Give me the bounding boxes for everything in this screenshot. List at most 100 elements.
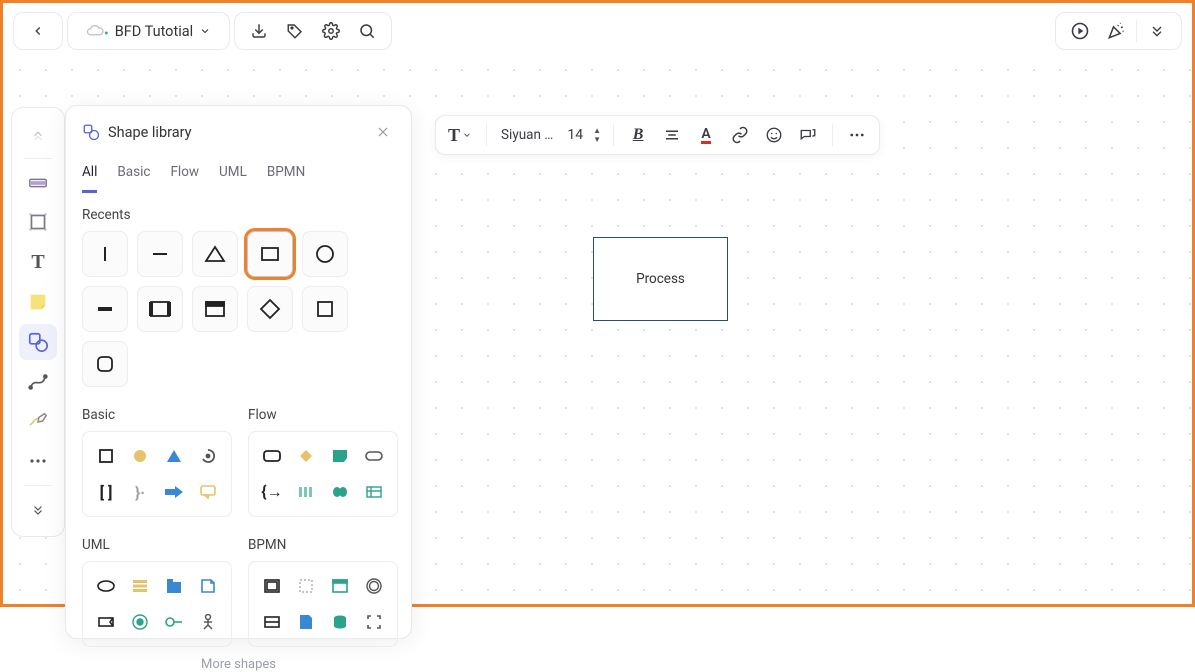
sync-dot-icon: • — [104, 26, 109, 42]
font-size-value[interactable]: 14 — [563, 120, 587, 150]
panel-close-button[interactable] — [371, 120, 395, 144]
side-rail: T — [11, 107, 65, 537]
recents-grid — [82, 231, 395, 387]
bpmn-shape-pool[interactable] — [257, 606, 287, 638]
flow-shape-decision[interactable] — [291, 440, 321, 472]
recent-shape-thickline[interactable] — [82, 286, 128, 332]
download-button[interactable] — [243, 15, 275, 47]
rail-collapse-button[interactable] — [19, 492, 57, 528]
uml-grid — [82, 561, 232, 647]
rail-pen-tool[interactable] — [19, 404, 57, 440]
panel-tabs: All Basic Flow UML BPMN — [82, 158, 395, 193]
align-icon — [663, 126, 681, 144]
link-button[interactable] — [726, 120, 754, 150]
basic-shape-brackets[interactable]: [ ] — [91, 476, 121, 508]
rail-select-tool[interactable] — [19, 165, 57, 201]
flow-shape-pills[interactable] — [325, 476, 355, 508]
flow-shape-data-bars[interactable] — [291, 476, 321, 508]
basic-shape-callout[interactable] — [193, 476, 223, 508]
recent-shape-square[interactable] — [302, 286, 348, 332]
tab-all[interactable]: All — [82, 158, 97, 193]
flow-shape-bracket-arrow[interactable]: {→ — [257, 476, 287, 508]
bpmn-shape-end-event[interactable] — [359, 570, 389, 602]
font-size-up[interactable]: ▲ — [591, 126, 603, 135]
rail-more-tools[interactable] — [19, 443, 57, 479]
tag-button[interactable] — [279, 15, 311, 47]
search-button[interactable] — [351, 15, 383, 47]
flow-shape-terminator[interactable] — [359, 440, 389, 472]
recent-shape-panel[interactable] — [137, 286, 183, 332]
flow-shape-process[interactable] — [257, 440, 287, 472]
flow-shape-flag[interactable] — [325, 440, 355, 472]
tab-flow[interactable]: Flow — [170, 158, 199, 193]
celebrate-button[interactable] — [1100, 15, 1132, 47]
bpmn-shape-datastore[interactable] — [325, 606, 355, 638]
basic-shape-triangle-filled[interactable] — [159, 440, 189, 472]
panel-title: Shape library — [108, 124, 192, 141]
rail-connector-tool[interactable] — [19, 364, 57, 400]
recent-shape-roundrect[interactable] — [82, 341, 128, 387]
bold-button[interactable]: B — [624, 120, 652, 150]
section-uml-title: UML — [82, 537, 232, 553]
search-icon — [358, 22, 376, 40]
tab-uml[interactable]: UML — [219, 158, 247, 193]
bpmn-shape-group[interactable] — [359, 606, 389, 638]
basic-shape-circle-filled[interactable] — [125, 440, 155, 472]
uml-shape-actor[interactable] — [193, 606, 223, 638]
rail-text-tool[interactable]: T — [19, 244, 57, 280]
rail-sticky-tool[interactable] — [19, 284, 57, 320]
more-shapes-button[interactable]: More shapes — [82, 657, 395, 672]
party-icon — [1106, 21, 1126, 41]
rail-frame-tool[interactable] — [19, 205, 57, 241]
tab-bpmn[interactable]: BPMN — [267, 158, 305, 193]
uml-shape-provided[interactable] — [159, 606, 189, 638]
basic-grid: [ ] }· — [82, 431, 232, 517]
bpmn-shape-transaction[interactable] — [325, 570, 355, 602]
text-style-dropdown[interactable]: T — [444, 120, 476, 150]
text-color-button[interactable]: A — [692, 120, 720, 150]
more-button[interactable] — [843, 120, 871, 150]
recent-shape-rect[interactable] — [247, 231, 293, 277]
recent-shape-header[interactable] — [192, 286, 238, 332]
basic-shape-arc[interactable] — [193, 440, 223, 472]
rail-shape-tool[interactable] — [19, 324, 57, 360]
back-button[interactable] — [22, 15, 54, 47]
font-family-dropdown[interactable]: Siyuan … — [497, 120, 557, 150]
comment-button[interactable] — [794, 120, 822, 150]
uml-shape-usecase[interactable] — [91, 570, 121, 602]
section-recents-title: Recents — [82, 207, 395, 223]
shape-library-icon — [82, 123, 100, 141]
download-icon — [250, 22, 268, 40]
basic-shape-arrow[interactable] — [159, 476, 189, 508]
align-button[interactable] — [658, 120, 686, 150]
bpmn-shape-event-dashed[interactable] — [291, 570, 321, 602]
recent-shape-hline[interactable] — [137, 231, 183, 277]
recent-shape-circle[interactable] — [302, 231, 348, 277]
tab-basic[interactable]: Basic — [117, 158, 150, 193]
collapse-topbar-button[interactable] — [1141, 15, 1173, 47]
document-title-dropdown[interactable]: • BFD Tutotial — [76, 21, 221, 42]
basic-shape-brace[interactable]: }· — [125, 476, 155, 508]
uml-shape-component[interactable] — [91, 606, 121, 638]
uml-shape-state[interactable] — [125, 606, 155, 638]
canvas-shape-process[interactable]: Process — [593, 237, 728, 321]
recent-shape-triangle[interactable] — [192, 231, 238, 277]
flow-shape-table[interactable] — [359, 476, 389, 508]
uml-shape-class-list[interactable] — [125, 570, 155, 602]
flow-grid: {→ — [248, 431, 398, 517]
settings-button[interactable] — [315, 15, 347, 47]
recent-shape-vline[interactable] — [82, 231, 128, 277]
uml-shape-note[interactable] — [193, 570, 223, 602]
present-button[interactable] — [1064, 15, 1096, 47]
emoji-button[interactable] — [760, 120, 788, 150]
font-size-down[interactable]: ▼ — [591, 135, 603, 144]
rail-expand-up[interactable] — [19, 116, 57, 152]
close-icon — [376, 125, 390, 139]
bpmn-shape-task-double[interactable] — [257, 570, 287, 602]
section-basic-title: Basic — [82, 407, 232, 423]
basic-shape-rect[interactable] — [91, 440, 121, 472]
uml-shape-package[interactable] — [159, 570, 189, 602]
recent-shape-diamond[interactable] — [247, 286, 293, 332]
tag-icon — [286, 22, 304, 40]
bpmn-shape-document[interactable] — [291, 606, 321, 638]
